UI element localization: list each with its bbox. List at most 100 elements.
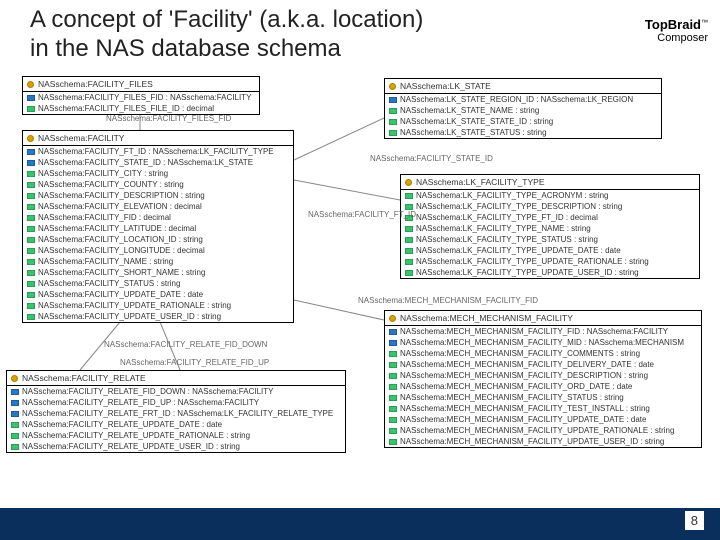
class-icon: [27, 81, 34, 88]
attribute-text: NASschema:FACILITY_FILES_FID : NASschema…: [38, 93, 251, 102]
attribute-row: NASschema:MECH_MECHANISM_FACILITY_DESCRI…: [385, 370, 701, 381]
entity-title: NASschema:FACILITY_RELATE: [22, 373, 146, 383]
fk-icon: [389, 97, 397, 103]
attribute-row: NASschema:FACILITY_RELATE_FID_UP : NASsc…: [7, 397, 345, 408]
attribute-text: NASschema:MECH_MECHANISM_FACILITY_STATUS…: [400, 393, 624, 402]
column-icon: [405, 237, 413, 243]
fk-icon: [27, 95, 35, 101]
class-icon: [389, 83, 396, 90]
attribute-row: NASschema:MECH_MECHANISM_FACILITY_TEST_I…: [385, 403, 701, 414]
attribute-row: NASschema:FACILITY_STATUS : string: [23, 278, 293, 289]
attribute-row: NASschema:FACILITY_NAME : string: [23, 256, 293, 267]
column-icon: [389, 362, 397, 368]
attribute-row: NASschema:LK_STATE_STATUS : string: [385, 127, 661, 138]
attribute-row: NASschema:LK_FACILITY_TYPE_UPDATE_DATE :…: [401, 245, 699, 256]
attribute-row: NASschema:LK_STATE_STATE_ID : string: [385, 116, 661, 127]
attribute-text: NASschema:LK_FACILITY_TYPE_STATUS : stri…: [416, 235, 598, 244]
entity-title: NASschema:LK_FACILITY_TYPE: [416, 177, 545, 187]
fk-icon: [27, 149, 35, 155]
column-icon: [389, 417, 397, 423]
attribute-text: NASschema:FACILITY_STATE_ID : NASschema:…: [38, 158, 253, 167]
entity-facility_files: NASschema:FACILITY_FILES NASschema:FACILI…: [22, 76, 260, 115]
column-icon: [405, 204, 413, 210]
attribute-row: NASschema:FACILITY_FILES_FILE_ID : decim…: [23, 103, 259, 114]
attribute-text: NASschema:FACILITY_LATITUDE : decimal: [38, 224, 196, 233]
column-icon: [27, 259, 35, 265]
attribute-text: NASschema:LK_FACILITY_TYPE_UPDATE_DATE :…: [416, 246, 621, 255]
column-icon: [11, 433, 19, 439]
column-icon: [27, 281, 35, 287]
attribute-row: NASschema:LK_FACILITY_TYPE_UPDATE_RATION…: [401, 256, 699, 267]
attribute-text: NASschema:LK_STATE_STATUS : string: [400, 128, 547, 137]
logo-bottom: Composer: [657, 32, 708, 44]
column-icon: [27, 270, 35, 276]
attribute-text: NASschema:MECH_MECHANISM_FACILITY_DESCRI…: [400, 371, 648, 380]
attribute-row: NASschema:FACILITY_SHORT_NAME : string: [23, 267, 293, 278]
attribute-text: NASschema:LK_FACILITY_TYPE_NAME : string: [416, 224, 591, 233]
fk-icon: [27, 160, 35, 166]
entity-title: NASschema:MECH_MECHANISM_FACILITY: [400, 313, 573, 323]
attribute-row: NASschema:MECH_MECHANISM_FACILITY_COMMEN…: [385, 348, 701, 359]
class-icon: [27, 135, 34, 142]
fk-icon: [11, 411, 19, 417]
page-number: 8: [685, 511, 704, 530]
column-icon: [389, 130, 397, 136]
column-icon: [389, 119, 397, 125]
column-icon: [27, 182, 35, 188]
attribute-text: NASschema:MECH_MECHANISM_FACILITY_ORD_DA…: [400, 382, 632, 391]
attribute-text: NASschema:FACILITY_UPDATE_RATIONALE : st…: [38, 301, 231, 310]
attribute-row: NASschema:FACILITY_RELATE_UPDATE_DATE : …: [7, 419, 345, 430]
logo-top: TopBraid: [645, 17, 701, 32]
title-line-2: in the NAS database schema: [30, 35, 341, 62]
connector-label: NASschema:FACILITY_FT_ID: [308, 210, 416, 219]
column-icon: [405, 270, 413, 276]
column-icon: [27, 204, 35, 210]
topbraid-logo: TopBraid™ Composer: [645, 18, 708, 44]
column-icon: [27, 106, 35, 112]
attribute-row: NASschema:FACILITY_UPDATE_RATIONALE : st…: [23, 300, 293, 311]
attribute-text: NASschema:FACILITY_RELATE_FRT_ID : NASsc…: [22, 409, 333, 418]
attribute-text: NASschema:FACILITY_RELATE_UPDATE_DATE : …: [22, 420, 222, 429]
attribute-row: NASschema:FACILITY_RELATE_UPDATE_USER_ID…: [7, 441, 345, 452]
column-icon: [389, 384, 397, 390]
fk-icon: [389, 329, 397, 335]
fk-icon: [389, 340, 397, 346]
entity-header: NASschema:FACILITY: [23, 131, 293, 146]
attribute-text: NASschema:LK_STATE_NAME : string: [400, 106, 539, 115]
connector-label: NASschema:FACILITY_RELATE_FID_DOWN: [104, 340, 267, 349]
attribute-row: NASschema:FACILITY_UPDATE_USER_ID : stri…: [23, 311, 293, 322]
fk-icon: [11, 389, 19, 395]
attribute-row: NASschema:FACILITY_CITY : string: [23, 168, 293, 179]
entity-title: NASschema:FACILITY_FILES: [38, 79, 153, 89]
column-icon: [27, 292, 35, 298]
column-icon: [389, 406, 397, 412]
entity-header: NASschema:LK_STATE: [385, 79, 661, 94]
column-icon: [11, 444, 19, 450]
attribute-text: NASschema:LK_FACILITY_TYPE_FT_ID : decim…: [416, 213, 598, 222]
attribute-row: NASschema:FACILITY_ELEVATION : decimal: [23, 201, 293, 212]
column-icon: [405, 248, 413, 254]
tm-icon: ™: [701, 19, 708, 26]
column-icon: [27, 171, 35, 177]
attribute-text: NASschema:MECH_MECHANISM_FACILITY_UPDATE…: [400, 437, 664, 446]
class-icon: [405, 179, 412, 186]
attribute-row: NASschema:LK_FACILITY_TYPE_ACRONYM : str…: [401, 190, 699, 201]
attribute-row: NASschema:FACILITY_STATE_ID : NASschema:…: [23, 157, 293, 168]
attribute-text: NASschema:LK_FACILITY_TYPE_ACRONYM : str…: [416, 191, 609, 200]
attribute-text: NASschema:LK_STATE_STATE_ID : string: [400, 117, 553, 126]
attribute-text: NASschema:FACILITY_LONGITUDE : decimal: [38, 246, 205, 255]
attribute-row: NASschema:MECH_MECHANISM_FACILITY_UPDATE…: [385, 436, 701, 447]
attribute-text: NASschema:FACILITY_RELATE_UPDATE_USER_ID…: [22, 442, 240, 451]
attribute-row: NASschema:LK_FACILITY_TYPE_DESCRIPTION :…: [401, 201, 699, 212]
attribute-row: NASschema:MECH_MECHANISM_FACILITY_STATUS…: [385, 392, 701, 403]
attribute-text: NASschema:MECH_MECHANISM_FACILITY_UPDATE…: [400, 426, 674, 435]
entity-mech: NASschema:MECH_MECHANISM_FACILITY NASsche…: [384, 310, 702, 448]
column-icon: [27, 215, 35, 221]
entity-facility: NASschema:FACILITYNASschema:FACILITY_FT_…: [22, 130, 294, 323]
slide-title: A concept of 'Facility' (a.k.a. location…: [30, 6, 423, 64]
column-icon: [405, 193, 413, 199]
column-icon: [389, 428, 397, 434]
attribute-row: NASschema:FACILITY_DESCRIPTION : string: [23, 190, 293, 201]
attribute-text: NASschema:LK_FACILITY_TYPE_DESCRIPTION :…: [416, 202, 622, 211]
attribute-row: NASschema:FACILITY_LATITUDE : decimal: [23, 223, 293, 234]
